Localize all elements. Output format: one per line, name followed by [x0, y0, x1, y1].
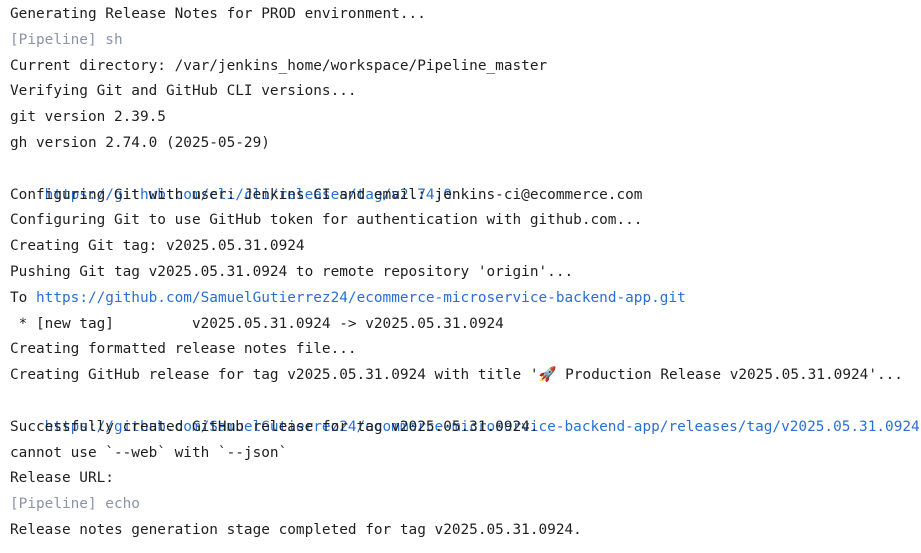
console-line: Generating Release Notes for PROD enviro…: [10, 6, 426, 22]
pipeline-step-line: [Pipeline] echo: [10, 496, 140, 513]
console-line: Release notes generation stage completed…: [10, 521, 582, 538]
console-line: Creating GitHub release for tag v2025.05…: [10, 367, 903, 384]
console-line: cannot use `--web` with `--json`: [10, 444, 288, 461]
console-link-line: https://github.com/cli/cli/releases/tag/…: [10, 157, 921, 203]
repo-link[interactable]: https://github.com/SamuelGutierrez24/eco…: [36, 290, 686, 306]
console-line: Verifying Git and GitHub CLI versions...: [10, 83, 357, 100]
console-link-line: https://github.com/SamuelGutierrez24/eco…: [10, 389, 921, 435]
console-line: Creating Git tag: v2025.05.31.0924: [10, 238, 305, 255]
console-line: Release URL:: [10, 470, 114, 487]
console-line: gh version 2.74.0 (2025-05-29): [10, 134, 270, 151]
console-line: Configuring Git with user: Jenkins CI an…: [10, 186, 643, 203]
pipeline-step-line: [Pipeline] sh: [10, 31, 123, 48]
console-output: Generating Release Notes for PROD enviro…: [0, 0, 921, 553]
console-line: * [new tag] v2025.05.31.0924 -> v2025.05…: [10, 315, 504, 332]
console-line: Pushing Git tag v2025.05.31.0924 to remo…: [10, 263, 574, 280]
console-line: Current directory: /var/jenkins_home/wor…: [10, 57, 548, 74]
console-line: Creating formatted release notes file...: [10, 341, 357, 358]
to-prefix: To: [10, 289, 36, 306]
console-line: Configuring Git to use GitHub token for …: [10, 212, 643, 229]
console-line: git version 2.39.5: [10, 109, 166, 126]
console-mixed-line: To https://github.com/SamuelGutierrez24/…: [10, 286, 921, 312]
